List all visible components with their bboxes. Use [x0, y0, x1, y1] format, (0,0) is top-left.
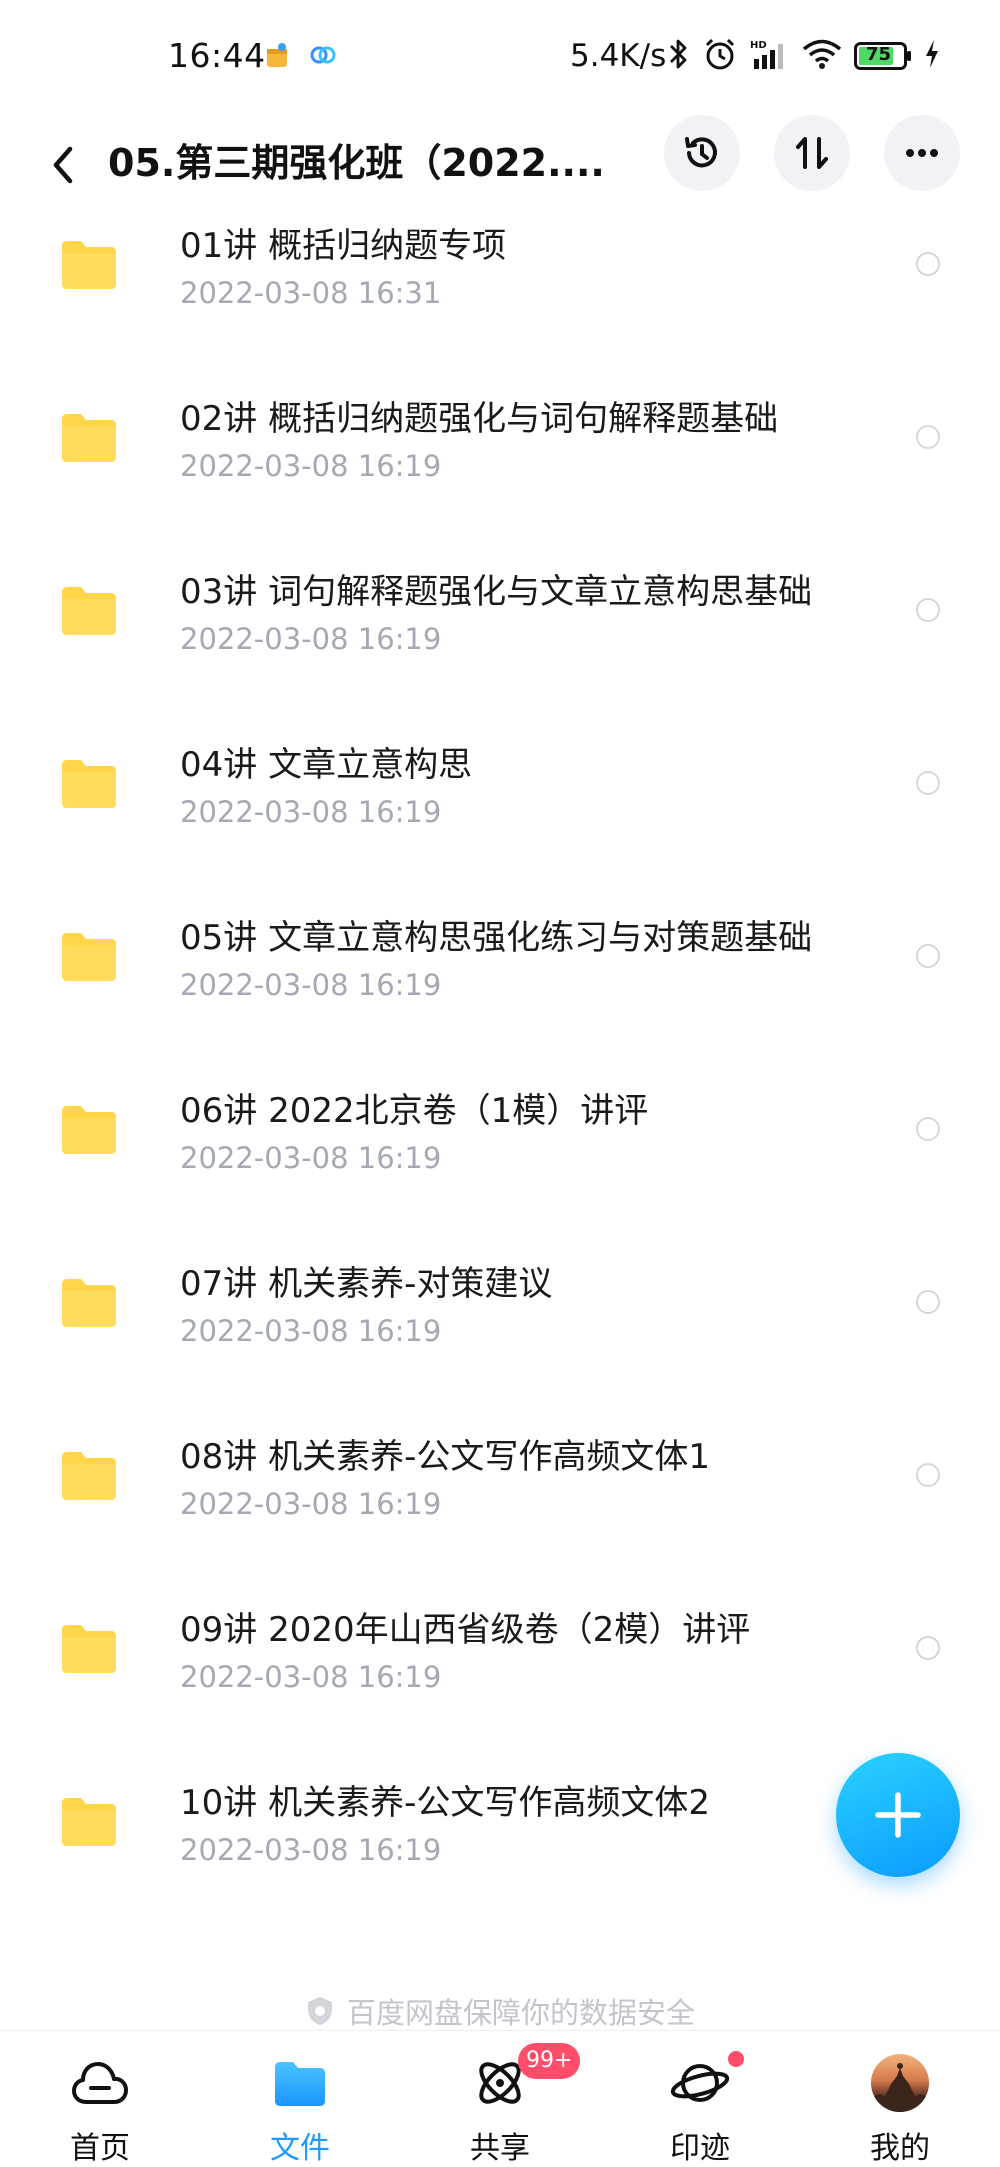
notification-dot [728, 2051, 744, 2067]
file-name: 10讲 机关素养-公文写作高频文体2 [180, 1783, 710, 1823]
file-name: 05讲 文章立意构思强化练习与对策题基础 [180, 918, 813, 958]
cloud-app-icon [308, 40, 338, 70]
page-title: 05.第三期强化班（2022.... [108, 141, 605, 185]
select-checkbox[interactable] [916, 252, 940, 276]
file-row[interactable]: 06讲 2022北京卷（1模）讲评 2022-03-08 16:19 [0, 1055, 1000, 1228]
file-name: 03讲 词句解释题强化与文章立意构思基础 [180, 572, 813, 612]
sort-button[interactable] [774, 115, 850, 191]
folder-icon [62, 587, 116, 635]
select-checkbox[interactable] [916, 944, 940, 968]
svg-text:HD: HD [750, 40, 767, 51]
file-row[interactable]: 08讲 机关素养-公文写作高频文体1 2022-03-08 16:19 [0, 1401, 1000, 1574]
shield-icon [307, 1997, 332, 2025]
folder-icon [62, 1798, 116, 1846]
cloud-home-icon [70, 2053, 130, 2113]
file-row[interactable]: 05讲 文章立意构思强化练习与对策题基础 2022-03-08 16:19 [0, 882, 1000, 1055]
more-icon [906, 149, 938, 157]
nav-profile[interactable]: 我的 [800, 2031, 1000, 2167]
file-row[interactable]: 02讲 概括归纳题强化与词句解释题基础 2022-03-08 16:19 [0, 363, 1000, 536]
file-date: 2022-03-08 16:19 [180, 1314, 442, 1348]
bottom-nav: 首页 文件 99+ 共享 印迹 我的 [0, 2030, 1000, 2167]
select-checkbox[interactable] [916, 1636, 940, 1660]
file-date: 2022-03-08 16:19 [180, 1660, 442, 1694]
file-name: 04讲 文章立意构思 [180, 745, 473, 785]
file-row[interactable]: 03讲 词句解释题强化与文章立意构思基础 2022-03-08 16:19 [0, 536, 1000, 709]
select-checkbox[interactable] [916, 425, 940, 449]
network-speed: 5.4K/s [570, 38, 667, 74]
plus-icon [875, 1792, 921, 1838]
file-date: 2022-03-08 16:19 [180, 1833, 442, 1867]
select-checkbox[interactable] [916, 771, 940, 795]
file-name: 01讲 概括归纳题专项 [180, 226, 507, 266]
file-name: 09讲 2020年山西省级卷（2模）讲评 [180, 1610, 751, 1650]
file-date: 2022-03-08 16:19 [180, 622, 442, 656]
select-checkbox[interactable] [916, 1463, 940, 1487]
file-row[interactable]: 09讲 2020年山西省级卷（2模）讲评 2022-03-08 16:19 [0, 1574, 1000, 1747]
file-name: 07讲 机关素养-对策建议 [180, 1264, 553, 1304]
folder-icon [62, 414, 116, 462]
file-date: 2022-03-08 16:19 [180, 449, 442, 483]
file-name: 08讲 机关素养-公文写作高频文体1 [180, 1437, 710, 1477]
status-time: 16:44 [168, 36, 266, 75]
security-note-text: 百度网盘保障你的数据安全 [346, 1996, 695, 2030]
add-button[interactable] [836, 1753, 960, 1877]
nav-footprint-label: 印迹 [670, 2131, 730, 2166]
folder-icon [62, 1625, 116, 1673]
file-row[interactable]: 01讲 概括归纳题专项 2022-03-08 16:31 [0, 190, 1000, 363]
folder-icon [62, 1452, 116, 1500]
sort-icon [796, 137, 828, 169]
nav-share[interactable]: 99+ 共享 [400, 2031, 600, 2167]
nav-home-label: 首页 [70, 2131, 130, 2166]
nav-footprint[interactable]: 印迹 [600, 2031, 800, 2167]
status-icons: HD 75 [668, 36, 940, 76]
file-date: 2022-03-08 16:19 [180, 1487, 442, 1521]
planet-icon [670, 2053, 730, 2113]
nav-share-label: 共享 [470, 2131, 530, 2166]
wifi-icon [802, 38, 842, 74]
history-button[interactable] [664, 115, 740, 191]
folder-icon [62, 241, 116, 289]
folder-icon [62, 933, 116, 981]
bluetooth-icon [668, 37, 690, 75]
avatar-wrapper [870, 2053, 930, 2113]
select-checkbox[interactable] [916, 598, 940, 622]
file-date: 2022-03-08 16:19 [180, 968, 442, 1002]
nav-profile-label: 我的 [870, 2131, 930, 2166]
file-date: 2022-03-08 16:19 [180, 1141, 442, 1175]
folder-icon [62, 1279, 116, 1327]
chevron-left-icon [53, 146, 73, 184]
app-notification-icon [262, 40, 292, 70]
history-icon [685, 137, 717, 168]
status-bar: 16:44 5.4K/s HD 75 [0, 0, 1000, 115]
file-name: 02讲 概括归纳题强化与词句解释题基础 [180, 399, 779, 439]
select-checkbox[interactable] [916, 1117, 940, 1141]
avatar [871, 2054, 929, 2112]
file-row[interactable]: 07讲 机关素养-对策建议 2022-03-08 16:19 [0, 1228, 1000, 1401]
share-badge: 99+ [518, 2043, 581, 2079]
file-name: 06讲 2022北京卷（1模）讲评 [180, 1091, 649, 1131]
alarm-icon [702, 36, 738, 76]
battery-icon: 75 [854, 42, 912, 70]
file-row[interactable]: 04讲 文章立意构思 2022-03-08 16:19 [0, 709, 1000, 882]
battery-level: 75 [866, 44, 892, 65]
nav-files-label: 文件 [270, 2131, 330, 2166]
nav-files[interactable]: 文件 [200, 2031, 400, 2167]
signal-icon: HD [750, 37, 790, 75]
folder-icon [62, 760, 116, 808]
charging-icon [924, 39, 940, 73]
folder-icon [270, 2053, 330, 2113]
select-checkbox[interactable] [916, 1290, 940, 1314]
file-date: 2022-03-08 16:31 [180, 276, 442, 310]
security-note: 百度网盘保障你的数据安全 [0, 1990, 1000, 2034]
more-button[interactable] [884, 115, 960, 191]
nav-home[interactable]: 首页 [0, 2031, 200, 2167]
folder-icon [62, 1106, 116, 1154]
file-date: 2022-03-08 16:19 [180, 795, 442, 829]
